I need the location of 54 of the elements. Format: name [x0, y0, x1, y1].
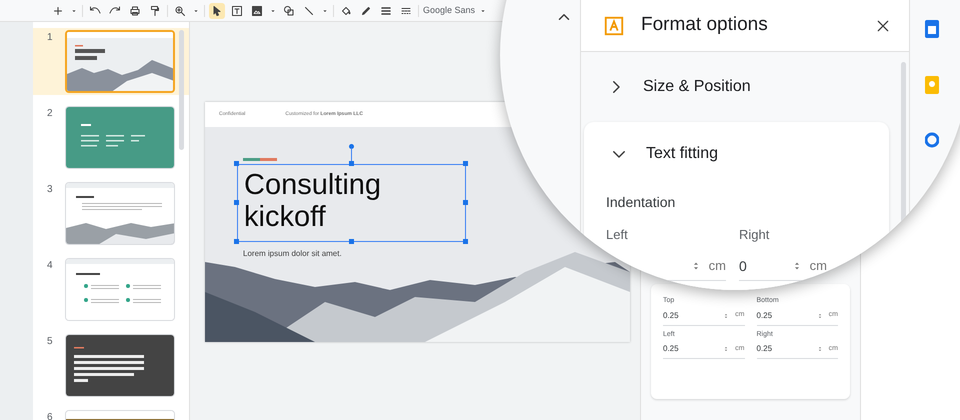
zoom-icon — [174, 4, 186, 16]
paint-roller-icon — [149, 4, 161, 16]
cursor-icon — [211, 4, 223, 16]
text-box-icon — [231, 4, 243, 16]
unit-label: cm — [810, 257, 827, 276]
slide-subtitle: Lorem ipsum dolor sit amet. — [243, 248, 342, 260]
slide-thumbnail[interactable] — [66, 183, 174, 244]
number-field[interactable]: cm — [606, 256, 726, 280]
resize-handle[interactable] — [349, 239, 354, 244]
resize-handle[interactable] — [463, 239, 468, 244]
field-label: Left — [606, 226, 629, 244]
close-icon[interactable] — [875, 18, 891, 34]
title-text-box[interactable]: Consulting kickoff — [237, 164, 466, 242]
print-icon — [129, 4, 141, 16]
slide-title: Consulting kickoff — [244, 169, 382, 233]
resize-handle[interactable] — [349, 161, 354, 166]
text-box-icon — [603, 14, 625, 36]
toolbar-button[interactable] — [209, 2, 225, 18]
resize-handle[interactable] — [463, 161, 468, 166]
field-label: Right — [739, 226, 770, 244]
slide-number: 4 — [47, 259, 54, 273]
slide-number: 1 — [47, 31, 54, 45]
resize-handle[interactable] — [234, 161, 239, 166]
resize-handle[interactable] — [234, 239, 239, 244]
redo-icon — [109, 4, 121, 16]
image-icon — [251, 4, 263, 16]
paint-bucket-icon — [340, 4, 352, 16]
resize-handle[interactable] — [463, 200, 468, 205]
slide-thumbnail[interactable] — [67, 32, 173, 91]
number-field[interactable]: 0 cm — [739, 256, 827, 280]
line-icon — [303, 4, 315, 16]
slide-number: 2 — [47, 107, 54, 121]
slide-thumbnail[interactable] — [66, 335, 174, 396]
panel-title: Format options — [641, 13, 769, 38]
slide-number: 6 — [47, 411, 54, 420]
section-header[interactable]: Text fitting — [584, 122, 889, 186]
rotation-handle[interactable] — [349, 144, 354, 161]
pen-icon — [360, 4, 372, 16]
accent-bar — [243, 158, 277, 161]
section-heading: Indentation — [606, 193, 676, 212]
slide-thumbnail[interactable] — [66, 259, 174, 320]
resize-handle[interactable] — [234, 200, 239, 205]
slide-number: 5 — [47, 335, 54, 349]
section-header[interactable]: Size & Position — [581, 52, 909, 122]
slide-thumbnail[interactable] — [66, 107, 174, 168]
task-icon[interactable] — [925, 132, 939, 148]
undo-icon — [89, 4, 101, 16]
shapes-icon — [283, 4, 295, 16]
font-dropdown[interactable]: Google Sans — [423, 4, 476, 18]
line-weight-icon — [380, 4, 392, 16]
plus-icon — [52, 4, 64, 16]
calendar-icon[interactable] — [925, 20, 939, 38]
slide-number: 3 — [47, 183, 54, 197]
unit-label: cm — [708, 257, 726, 276]
